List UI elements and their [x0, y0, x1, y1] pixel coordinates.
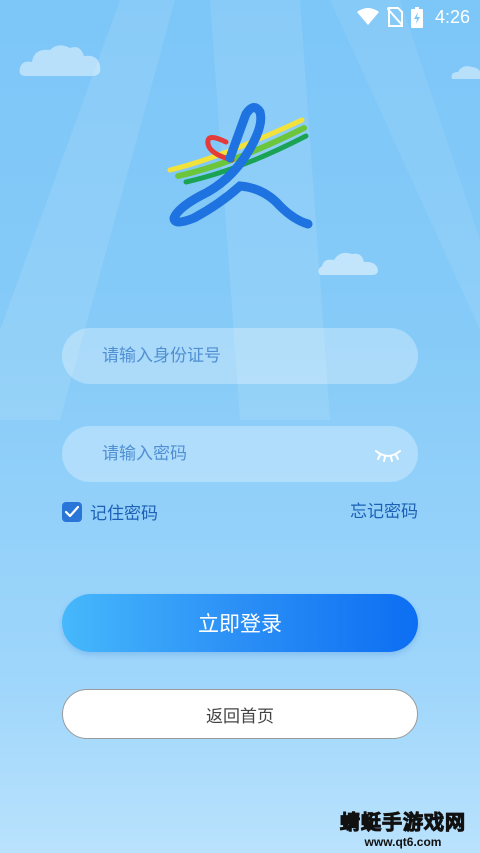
cloud-icon: [451, 66, 480, 79]
watermark-title: 蜻蜓手游戏网: [340, 810, 466, 835]
wifi-icon: [356, 8, 379, 25]
login-button[interactable]: 立即登录: [62, 594, 418, 652]
password-input[interactable]: [100, 433, 364, 475]
app-logo: [167, 103, 313, 229]
eye-closed-icon[interactable]: [374, 443, 402, 465]
password-field[interactable]: [62, 426, 418, 482]
forgot-password-link[interactable]: 忘记密码: [350, 497, 418, 522]
status-time: 4:26: [434, 6, 470, 27]
status-bar: 4:26: [0, 0, 480, 34]
remember-password-label: 记住密码: [90, 504, 158, 524]
cloud-icon: [19, 45, 101, 76]
id-number-input[interactable]: [100, 335, 364, 377]
watermark-url: www.qt6.com: [364, 835, 442, 849]
no-sim-icon: [386, 7, 403, 27]
watermark: 蜻蜓手游戏网 www.qt6.com: [340, 806, 466, 850]
id-number-field[interactable]: [62, 328, 418, 384]
cloud-icon: [318, 252, 378, 275]
check-icon: [65, 505, 79, 517]
remember-password-toggle[interactable]: 记住密码: [62, 499, 158, 524]
back-home-button[interactable]: 返回首页: [62, 689, 418, 739]
battery-charging-icon: [410, 6, 423, 28]
remember-checkbox[interactable]: [62, 501, 82, 522]
